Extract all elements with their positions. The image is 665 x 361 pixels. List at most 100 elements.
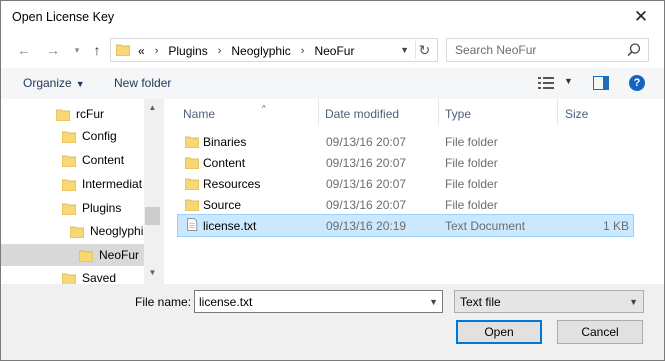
chevron-right-icon[interactable]: › xyxy=(210,45,230,57)
organize-button[interactable]: Organize ▼ xyxy=(23,76,85,90)
chevron-down-icon: ▼ xyxy=(75,79,85,89)
chevron-right-icon[interactable]: › xyxy=(147,45,167,57)
file-type: File folder xyxy=(445,156,498,170)
folder-icon xyxy=(185,157,199,169)
column-divider[interactable] xyxy=(557,99,558,125)
up-arrow-icon[interactable]: ↑ xyxy=(88,41,106,59)
file-type-value: Text file xyxy=(460,295,501,309)
file-type-select[interactable]: Text file ▼ xyxy=(454,290,644,313)
title-bar[interactable]: Open License Key ✕ xyxy=(1,1,664,34)
sidebar-item-label: Neoglyphi xyxy=(90,224,144,238)
sidebar-item-label: Saved xyxy=(82,271,117,284)
search-input[interactable] xyxy=(455,43,615,57)
file-name-field[interactable]: license.txt ▼ xyxy=(194,290,443,313)
sidebar-item-intermediate[interactable]: Intermediat xyxy=(62,173,142,195)
folder-icon xyxy=(185,178,199,190)
chevron-down-icon[interactable]: ▼ xyxy=(400,41,409,59)
file-name-label: File name: xyxy=(135,295,192,309)
file-date: 09/13/16 20:19 xyxy=(326,219,407,233)
close-icon[interactable]: ✕ xyxy=(632,7,650,27)
sidebar-scrollbar[interactable]: ▲ ▼ xyxy=(144,99,161,284)
sidebar-item-label: Config xyxy=(82,129,117,143)
file-name: license.txt xyxy=(203,219,257,233)
file-name: Content xyxy=(203,156,246,170)
column-header-name[interactable]: ^ Name xyxy=(183,104,266,121)
window-title: Open License Key xyxy=(12,10,115,24)
scroll-down-icon[interactable]: ▼ xyxy=(144,264,161,281)
navigation-bar: ← → ▾ ↑ « › Plugins › Neoglyphic › NeoFu… xyxy=(1,34,664,68)
search-icon[interactable] xyxy=(626,42,642,58)
sidebar-item-neoglyphic[interactable]: Neoglyphi xyxy=(70,220,143,242)
file-date: 09/13/16 20:07 xyxy=(326,198,407,212)
folder-icon xyxy=(62,203,76,215)
breadcrumb-neofur[interactable]: NeoFur xyxy=(312,44,356,58)
sidebar-item-plugins[interactable]: Plugins xyxy=(62,197,121,219)
folder-icon xyxy=(62,155,76,167)
sidebar-item-label: rcFur xyxy=(76,107,104,121)
folder-icon xyxy=(56,109,70,121)
file-list: ^ Name Date modified Type Size Binaries … xyxy=(164,99,664,284)
sidebar-item-neofur[interactable]: NeoFur xyxy=(1,244,144,266)
breadcrumb-overflow[interactable]: « xyxy=(136,44,147,58)
file-row-resources[interactable]: Resources 09/13/16 20:07 File folder xyxy=(177,173,634,194)
refresh-icon[interactable]: ↻ xyxy=(415,41,433,59)
sidebar-item-label: Intermediat xyxy=(82,177,143,191)
sidebar-item-label: NeoFur xyxy=(99,248,140,262)
file-name: Source xyxy=(203,198,242,212)
view-options-icon[interactable] xyxy=(538,76,554,90)
search-box[interactable] xyxy=(446,38,649,62)
file-name-value[interactable]: license.txt xyxy=(199,295,252,309)
sidebar-item-label: Content xyxy=(82,153,125,167)
breadcrumb: « › Plugins › Neoglyphic › NeoFur xyxy=(136,44,356,58)
file-row-license[interactable]: license.txt 09/13/16 20:19 Text Document… xyxy=(177,214,634,237)
file-name: Resources xyxy=(203,177,261,191)
sidebar-item-content[interactable]: Content xyxy=(62,149,124,171)
folder-icon xyxy=(62,273,76,284)
folder-icon xyxy=(62,179,76,191)
folder-icon xyxy=(185,136,199,148)
file-date: 09/13/16 20:07 xyxy=(326,135,407,149)
folder-icon xyxy=(116,44,130,56)
cancel-button[interactable]: Cancel xyxy=(557,320,643,344)
file-type: Text Document xyxy=(445,219,526,233)
file-row-binaries[interactable]: Binaries 09/13/16 20:07 File folder xyxy=(177,131,634,152)
chevron-down-icon[interactable]: ▼ xyxy=(629,293,638,311)
breadcrumb-neoglyphic[interactable]: Neoglyphic xyxy=(229,44,292,58)
recent-locations-chevron-icon[interactable]: ▾ xyxy=(68,41,86,59)
breadcrumb-plugins[interactable]: Plugins xyxy=(166,44,209,58)
sidebar-item-config[interactable]: Config xyxy=(62,125,117,147)
column-header-date[interactable]: Date modified xyxy=(325,107,399,121)
open-button[interactable]: Open xyxy=(456,320,542,344)
scroll-up-icon[interactable]: ▲ xyxy=(144,99,161,116)
text-file-icon xyxy=(187,218,198,231)
column-header-type[interactable]: Type xyxy=(445,107,471,121)
sidebar-item-label: Plugins xyxy=(82,201,122,215)
folder-icon xyxy=(70,226,84,238)
file-type: File folder xyxy=(445,177,498,191)
sidebar-item-rcfur[interactable]: rcFur xyxy=(56,103,104,125)
address-bar[interactable]: « › Plugins › Neoglyphic › NeoFur ▼ ↻ xyxy=(110,38,438,62)
column-divider[interactable] xyxy=(318,99,319,125)
navigation-pane: rcFur Config Content Intermediat Plugins… xyxy=(1,99,161,284)
help-icon[interactable]: ? xyxy=(629,75,645,91)
sort-ascending-icon: ^ xyxy=(262,104,266,113)
folder-icon xyxy=(185,199,199,211)
chevron-down-icon[interactable]: ▼ xyxy=(564,76,573,86)
command-bar: Organize ▼ New folder ▼ ? xyxy=(1,68,664,99)
sidebar-item-saved[interactable]: Saved xyxy=(62,267,116,284)
chevron-right-icon[interactable]: › xyxy=(293,45,313,57)
back-arrow-icon[interactable]: ← xyxy=(15,41,33,59)
column-divider[interactable] xyxy=(438,99,439,125)
column-header-size[interactable]: Size xyxy=(565,107,588,121)
folder-icon xyxy=(79,250,93,262)
new-folder-button[interactable]: New folder xyxy=(114,76,171,90)
folder-icon xyxy=(62,131,76,143)
file-date: 09/13/16 20:07 xyxy=(326,156,407,170)
file-row-source[interactable]: Source 09/13/16 20:07 File folder xyxy=(177,194,634,215)
forward-arrow-icon[interactable]: → xyxy=(44,41,62,59)
file-row-content[interactable]: Content 09/13/16 20:07 File folder xyxy=(177,152,634,173)
chevron-down-icon[interactable]: ▼ xyxy=(429,293,438,311)
scrollbar-thumb[interactable] xyxy=(145,207,160,225)
file-size: 1 KB xyxy=(602,219,629,233)
preview-pane-icon[interactable] xyxy=(593,76,609,90)
